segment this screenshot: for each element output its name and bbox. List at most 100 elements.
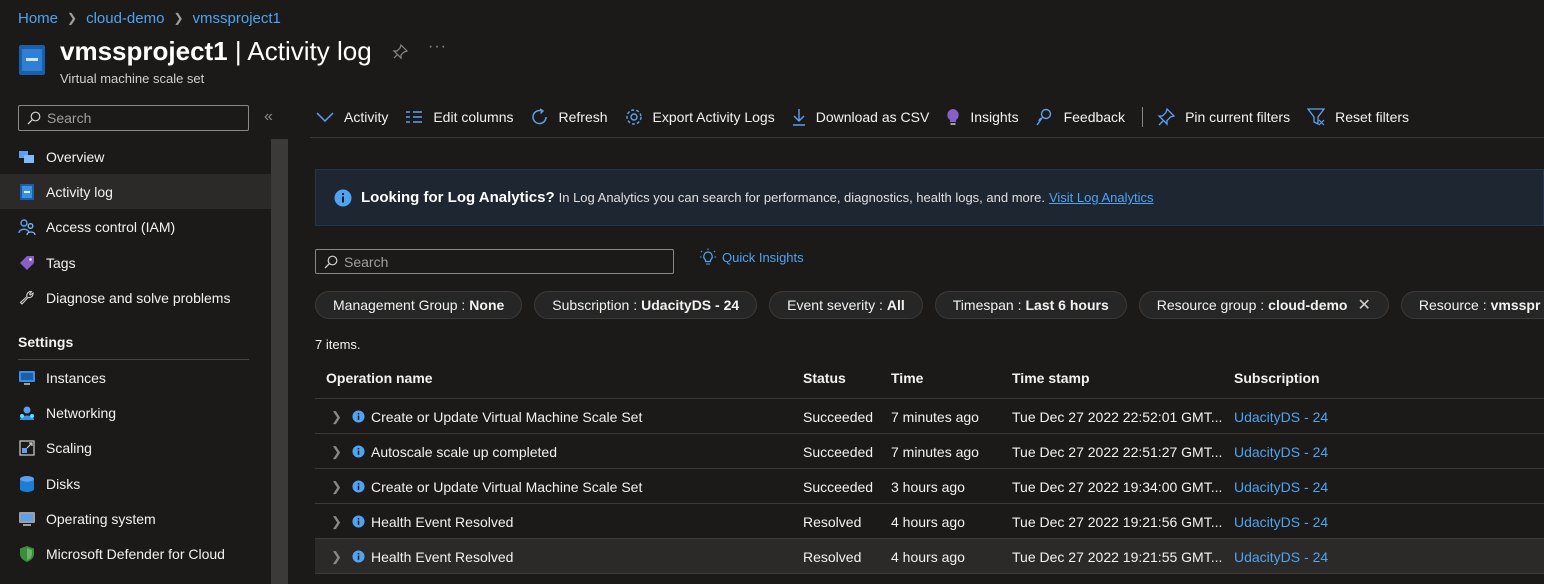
subscription-link[interactable]: UdacityDS - 24 [1234, 539, 1328, 574]
subscription-link[interactable]: UdacityDS - 24 [1234, 399, 1328, 434]
time: 7 minutes ago [891, 443, 979, 460]
toolbar-divider-line [310, 137, 1544, 138]
filter-pill-management-group[interactable]: Management Group : None [315, 291, 523, 319]
export-activity-logs-button[interactable]: Export Activity Logs [625, 108, 775, 126]
sidebar-item-defender[interactable]: Microsoft Defender for Cloud [0, 536, 271, 571]
sidebar-item-networking[interactable]: Networking [0, 395, 271, 430]
quick-insights-link[interactable]: Quick Insights [699, 248, 804, 266]
breadcrumb-resource-link[interactable]: vmssproject1 [193, 10, 281, 27]
filter-pill-subscription[interactable]: Subscription : UdacityDS - 24 [534, 291, 758, 319]
info-icon [352, 434, 365, 469]
wrench-icon [18, 289, 36, 307]
info-icon [352, 539, 365, 574]
sidebar-item-access-control[interactable]: Access control (IAM) [0, 209, 271, 244]
column-header-status[interactable]: Status [803, 370, 846, 386]
filter-key: Resource : [1418, 297, 1487, 313]
chevron-right-icon[interactable]: ❯ [331, 434, 342, 469]
filter-value: None [469, 297, 505, 313]
feedback-button[interactable]: Feedback [1036, 108, 1125, 126]
timestamp: Tue Dec 27 2022 22:52:01 GMT... [1012, 408, 1223, 425]
download-label: Download as CSV [815, 109, 930, 125]
chevron-right-icon[interactable]: ❯ [331, 504, 342, 539]
refresh-label: Refresh [558, 109, 608, 125]
filter-pill-resource-group[interactable]: Resource group : cloud-demo ✕ [1138, 291, 1389, 319]
page-name: | Activity log [234, 36, 372, 66]
sidebar-item-tags[interactable]: Tags [0, 245, 271, 280]
chevron-down-icon [316, 112, 334, 122]
pin-icon[interactable] [392, 44, 408, 60]
subscription-link[interactable]: UdacityDS - 24 [1234, 469, 1328, 504]
insights-button[interactable]: Insights [946, 108, 1019, 126]
table-row[interactable]: ❯ Create or Update Virtual Machine Scale… [315, 469, 1544, 504]
sidebar-item-scaling[interactable]: Scaling [0, 430, 271, 465]
chevron-right-icon[interactable]: ❯ [331, 469, 342, 504]
lightbulb-icon [947, 109, 960, 125]
time: 7 minutes ago [891, 408, 979, 425]
column-header-time[interactable]: Time [891, 370, 923, 386]
column-header-operation[interactable]: Operation name [326, 370, 433, 386]
column-header-subscription[interactable]: Subscription [1234, 370, 1320, 386]
page-title: vmssproject1 | Activity log [60, 36, 372, 67]
sidebar-item-label: Access control (IAM) [46, 218, 176, 235]
chevron-right-icon[interactable]: ❯ [331, 539, 342, 574]
filter-key: Event severity : [787, 297, 883, 313]
sidebar-search-input[interactable]: Search [18, 105, 249, 131]
pin-current-filters-button[interactable]: Pin current filters [1157, 108, 1290, 126]
status: Resolved [803, 513, 862, 530]
table-row[interactable]: ❯ Health Event Resolved Resolved 4 hours… [315, 539, 1544, 574]
visit-log-analytics-link[interactable]: Visit Log Analytics [1049, 190, 1154, 205]
chevron-right-icon[interactable]: ❯ [331, 399, 342, 434]
network-icon [18, 404, 36, 422]
sidebar-item-activity-log[interactable]: Activity log [0, 174, 271, 209]
sidebar-item-label: Disks [46, 475, 81, 492]
breadcrumb-home-link[interactable]: Home [18, 10, 58, 27]
banner-heading: Looking for Log Analytics? [361, 189, 555, 206]
activity-search-input[interactable]: Search [315, 249, 674, 274]
sidebar-item-diagnose[interactable]: Diagnose and solve problems [0, 280, 271, 315]
filter-key: Resource group : [1156, 297, 1265, 313]
time: 4 hours ago [891, 548, 965, 565]
table-row[interactable]: ❯ Autoscale scale up completed Succeeded… [315, 434, 1544, 469]
operation-name: Health Event Resolved [371, 548, 514, 565]
table-row[interactable]: ❯ Create or Update Virtual Machine Scale… [315, 399, 1544, 434]
sidebar-item-label: Operating system [46, 510, 156, 527]
item-count: 7 items. [315, 337, 361, 352]
filter-value: cloud-demo [1268, 297, 1348, 313]
filter-pill-timespan[interactable]: Timespan : Last 6 hours [934, 291, 1127, 319]
sidebar-scrollbar[interactable] [271, 139, 288, 584]
command-bar: Activity Edit columns Refresh Export Act… [316, 104, 1426, 130]
filter-key: Timespan : [952, 297, 1022, 313]
pin-icon [1157, 108, 1176, 126]
resource-type: Virtual machine scale set [60, 71, 205, 86]
sidebar-item-operating-system[interactable]: Operating system [0, 501, 271, 536]
info-icon [352, 399, 365, 434]
toolbar-divider [1142, 107, 1144, 127]
sidebar-item-instances[interactable]: Instances [0, 360, 271, 395]
refresh-button[interactable]: Refresh [531, 108, 608, 126]
activity-button[interactable]: Activity [316, 109, 388, 125]
sidebar-item-overview[interactable]: Overview [0, 139, 271, 174]
collapse-sidebar-icon[interactable]: « [264, 108, 273, 126]
sidebar-item-disks[interactable]: Disks [0, 466, 271, 501]
feedback-label: Feedback [1063, 109, 1126, 125]
filter-pill-event-severity[interactable]: Event severity : All [769, 291, 923, 319]
overview-icon [18, 148, 36, 166]
timestamp: Tue Dec 27 2022 19:21:55 GMT... [1012, 548, 1223, 565]
operation-name: Create or Update Virtual Machine Scale S… [371, 408, 643, 425]
search-placeholder: Search [344, 253, 389, 270]
edit-columns-button[interactable]: Edit columns [405, 109, 514, 125]
subscription-link[interactable]: UdacityDS - 24 [1234, 434, 1328, 469]
more-options-icon[interactable]: ··· [428, 38, 447, 56]
filter-pill-resource[interactable]: Resource : vmsspr [1400, 291, 1544, 319]
download-csv-button[interactable]: Download as CSV [792, 108, 930, 126]
search-icon [324, 255, 338, 268]
reset-filters-button[interactable]: Reset filters [1307, 108, 1409, 126]
filter-key: Subscription : [552, 297, 638, 313]
close-icon[interactable]: ✕ [1358, 295, 1371, 315]
breadcrumb-resource-group-link[interactable]: cloud-demo [86, 10, 164, 27]
subscription-link[interactable]: UdacityDS - 24 [1234, 504, 1328, 539]
activity-log-icon [18, 183, 36, 201]
column-header-timestamp[interactable]: Time stamp [1012, 370, 1090, 386]
sidebar-search-placeholder: Search [47, 110, 92, 126]
table-row[interactable]: ❯ Health Event Resolved Resolved 4 hours… [315, 504, 1544, 539]
